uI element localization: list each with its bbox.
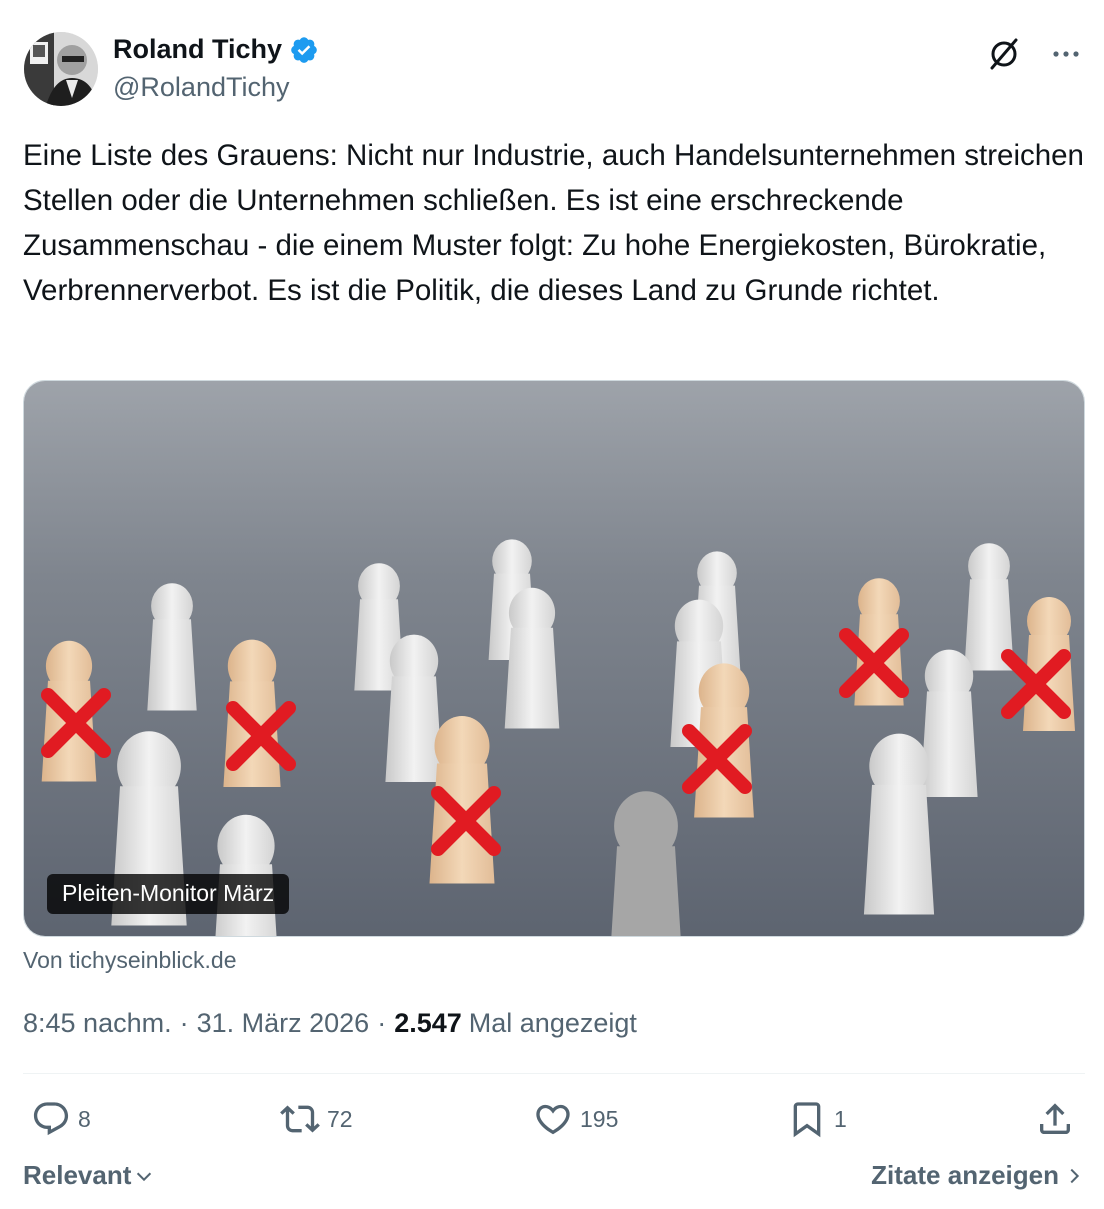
repost-icon	[280, 1105, 320, 1133]
bookmark-icon	[793, 1102, 821, 1138]
sort-dropdown[interactable]: Relevant	[23, 1160, 155, 1191]
author-name[interactable]: Roland Tichy	[113, 34, 282, 65]
card-source[interactable]: Von tichyseinblick.de	[23, 947, 237, 974]
bookmark-count: 1	[834, 1105, 847, 1132]
view-quotes-link[interactable]: Zitate anzeigen	[871, 1160, 1085, 1191]
share-button[interactable]	[1035, 1094, 1075, 1144]
replies-toolbar: Relevant Zitate anzeigen	[23, 1160, 1085, 1200]
like-button[interactable]: 195	[533, 1094, 618, 1144]
repost-button[interactable]: 72	[280, 1094, 353, 1144]
avatar[interactable]	[24, 32, 98, 106]
tweet-time[interactable]: 8:45 nachm.	[23, 1008, 172, 1039]
card-illustration	[24, 381, 1084, 936]
repost-count: 72	[327, 1105, 353, 1132]
chevron-right-icon	[1070, 1168, 1080, 1183]
reply-count: 8	[78, 1105, 91, 1132]
bookmark-button[interactable]: 1	[787, 1094, 847, 1144]
action-bar: 8 72 195 1	[23, 1094, 1085, 1144]
reply-button[interactable]: 8	[31, 1094, 91, 1144]
tweet-header: Roland Tichy @RolandTichy	[24, 30, 1084, 110]
share-icon	[1040, 1103, 1070, 1134]
tweet-date[interactable]: 31. März 2026	[197, 1008, 370, 1039]
reply-icon	[33, 1102, 69, 1136]
more-icon[interactable]	[1048, 36, 1084, 72]
tweet-text: Eine Liste des Grauens: Nicht nur Indust…	[23, 139, 1084, 307]
like-count: 195	[580, 1105, 619, 1132]
divider	[23, 1073, 1085, 1074]
views-label: Mal angezeigt	[468, 1008, 637, 1038]
verified-badge-icon	[291, 36, 317, 63]
grok-icon[interactable]	[986, 36, 1022, 72]
link-card-image[interactable]: Pleiten-Monitor März	[23, 380, 1085, 937]
meta-separator: ·	[179, 1008, 189, 1038]
views-count[interactable]: 2.547	[394, 1008, 462, 1039]
author-handle[interactable]: @RolandTichy	[113, 72, 289, 103]
meta-separator: ·	[377, 1008, 387, 1038]
like-icon	[536, 1104, 570, 1135]
tweet-meta: 8:45 nachm. · 31. März 2026 · 2.547 Mal …	[23, 1008, 637, 1039]
card-title[interactable]: Pleiten-Monitor März	[47, 874, 290, 914]
quotes-label: Zitate anzeigen	[871, 1160, 1059, 1190]
sort-label: Relevant	[23, 1160, 132, 1190]
chevron-down-icon	[137, 1172, 152, 1181]
